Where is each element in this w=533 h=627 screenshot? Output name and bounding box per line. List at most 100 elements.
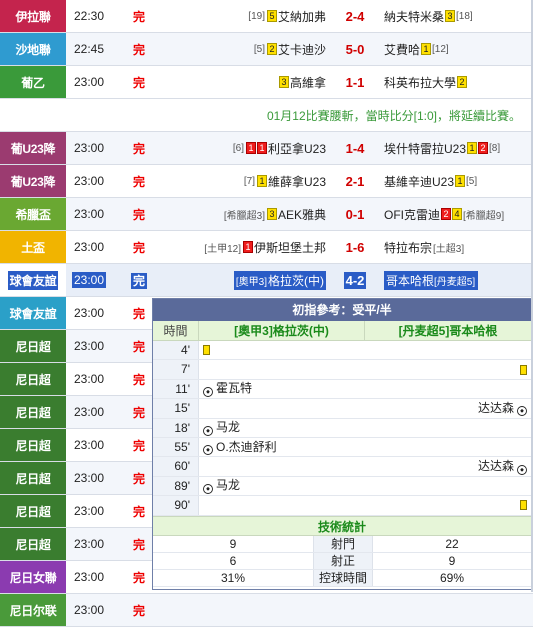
home-team[interactable]: [5] 2 艾卡迪沙 <box>166 41 326 58</box>
away-team[interactable]: 特拉布宗 [土超3] <box>384 239 533 256</box>
away-stat: 22 <box>445 536 459 551</box>
match-score[interactable]: 2-4 <box>326 9 384 24</box>
match-time: 23:00 <box>73 438 105 452</box>
event-row: 11' 霍瓦特 <box>153 379 531 400</box>
match-time: 23:00 <box>73 174 105 188</box>
league-badge[interactable]: 希臘盃 <box>0 198 66 230</box>
away-event <box>365 477 531 495</box>
away-name[interactable]: 科英布拉大學 <box>384 74 456 91</box>
match-row[interactable]: 葡乙 23:00 完 3 高維拿 1-1 科英布拉大學 2 <box>0 66 533 99</box>
league-badge[interactable]: 葡乙 <box>0 66 66 98</box>
match-status: 完 <box>132 9 145 24</box>
away-highlight: 哥本哈根[丹麦超5] <box>384 270 479 290</box>
home-rank: [奧甲3] <box>235 276 267 288</box>
away-team[interactable]: 艾費哈 1 [12] <box>384 41 533 58</box>
home-team[interactable]: [奧甲3]格拉茨(中) <box>166 270 326 290</box>
match-row[interactable]: 葡U23降 23:00 完 [7] 1 維薛拿U23 2-1 基維辛迪U23 1 [5] <box>0 165 533 198</box>
away-team[interactable]: OFI克雷迪 2 4 [希臘超9] <box>384 206 533 223</box>
home-name[interactable]: 利亞拿U23 <box>268 140 326 157</box>
home-name[interactable]: 艾卡迪沙 <box>278 41 326 58</box>
home-team[interactable]: [7] 1 維薛拿U23 <box>166 173 326 190</box>
away-team[interactable]: 哥本哈根[丹麦超5] <box>384 270 533 290</box>
home-name[interactable]: 艾納加弗 <box>278 8 326 25</box>
soccer-ball-icon <box>517 403 527 417</box>
home-name[interactable]: AEK雅典 <box>278 206 326 223</box>
home-name[interactable]: 伊斯坦堡土邦 <box>254 239 326 256</box>
league-badge[interactable]: 尼日超 <box>0 330 66 362</box>
league-badge[interactable]: 球會友誼 <box>0 264 66 296</box>
away-stat: 9 <box>448 553 456 568</box>
match-score[interactable]: 4-2 <box>326 271 384 289</box>
red-card-count: 2 <box>441 208 451 220</box>
home-event <box>199 457 365 475</box>
match-time: 23:00 <box>73 504 105 518</box>
yellow-card-count: 1 <box>256 175 267 187</box>
league-badge[interactable]: 尼日超 <box>0 363 66 395</box>
match-time: 23:00 <box>73 405 105 419</box>
yellow-card-count: 4 <box>452 208 462 220</box>
away-event <box>365 341 531 359</box>
league-badge[interactable]: 土盃 <box>0 231 66 263</box>
away-name[interactable]: 基維辛迪U23 <box>384 173 454 190</box>
match-row[interactable]: 沙地聯 22:45 完 [5] 2 艾卡迪沙 5-0 艾費哈 1 [12] <box>0 33 533 66</box>
home-team[interactable]: 3 高維拿 <box>166 74 326 91</box>
col-time-header: 時間 <box>153 321 199 340</box>
match-status: 完 <box>132 42 145 57</box>
league-badge[interactable]: 尼日尔联 <box>0 594 66 626</box>
match-row[interactable]: 尼日尔联 23:00 完 <box>0 594 533 627</box>
league-badge[interactable]: 葡U23降 <box>0 132 66 164</box>
away-name[interactable]: 哥本哈根 <box>386 274 434 288</box>
league-badge[interactable]: 伊拉聯 <box>0 0 66 32</box>
league-badge[interactable]: 尼日女聯 <box>0 561 66 593</box>
away-name[interactable]: 埃什特雷拉U23 <box>384 140 466 157</box>
match-row[interactable]: 葡U23降 23:00 完 [6] 1 1 利亞拿U23 1-4 埃什特雷拉U23 1 2 [8] <box>0 132 533 165</box>
popup-header: 時間 [奧甲3]格拉茨(中) [丹麦超5]哥本哈根 <box>153 321 531 341</box>
home-name[interactable]: 高維拿 <box>290 74 326 91</box>
home-team[interactable]: [6] 1 1 利亞拿U23 <box>166 140 326 157</box>
away-name[interactable]: OFI克雷迪 <box>384 206 440 223</box>
league-badge[interactable]: 尼日超 <box>0 462 66 494</box>
home-team[interactable]: [土甲12] 1 伊斯坦堡土邦 <box>166 239 326 256</box>
away-name[interactable]: 特拉布宗 <box>384 239 432 256</box>
home-rank: [19] <box>248 10 265 22</box>
event-minute: 15' <box>153 399 199 418</box>
event-minute: 4' <box>153 341 199 360</box>
match-score[interactable]: 1-1 <box>326 75 384 90</box>
away-name[interactable]: 納夫特米桑 <box>384 8 444 25</box>
home-team[interactable]: [希臘超3] 3 AEK雅典 <box>166 206 326 223</box>
event-minute: 60' <box>153 457 199 476</box>
match-row[interactable]: 伊拉聯 22:30 完 [19] 5 艾納加弗 2-4 納夫特米桑 3 [18] <box>0 0 533 33</box>
match-score[interactable]: 0-1 <box>326 207 384 222</box>
home-event <box>199 360 365 378</box>
match-row[interactable]: 希臘盃 23:00 完 [希臘超3] 3 AEK雅典 0-1 OFI克雷迪 2 4 [希臘超9] <box>0 198 533 231</box>
away-team[interactable]: 埃什特雷拉U23 1 2 [8] <box>384 140 533 157</box>
league-badge[interactable]: 尼日超 <box>0 429 66 461</box>
away-event <box>365 419 531 437</box>
soccer-ball-icon <box>203 384 213 397</box>
match-score[interactable]: 1-6 <box>326 240 384 255</box>
stat-row: 9 射門 22 <box>153 535 531 553</box>
event-row: 55' O.杰迪舒利 <box>153 437 531 458</box>
red-card-count: 1 <box>245 142 256 154</box>
home-team[interactable]: [19] 5 艾納加弗 <box>166 8 326 25</box>
league-badge[interactable]: 尼日超 <box>0 495 66 527</box>
match-score[interactable]: 1-4 <box>326 141 384 156</box>
league-badge[interactable]: 沙地聯 <box>0 33 66 65</box>
home-name[interactable]: 格拉茨(中) <box>268 274 324 288</box>
match-score[interactable]: 5-0 <box>326 42 384 57</box>
away-event <box>365 380 531 398</box>
home-event <box>199 496 365 514</box>
away-team[interactable]: 納夫特米桑 3 [18] <box>384 8 533 25</box>
league-badge[interactable]: 葡U23降 <box>0 165 66 197</box>
away-team[interactable]: 科英布拉大學 2 <box>384 74 533 91</box>
away-name[interactable]: 艾費哈 <box>384 41 420 58</box>
match-score[interactable]: 2-1 <box>326 174 384 189</box>
away-rank: [5] <box>466 175 478 187</box>
home-name[interactable]: 維薛拿U23 <box>268 173 326 190</box>
match-row[interactable]: 土盃 23:00 完 [土甲12] 1 伊斯坦堡土邦 1-6 特拉布宗 [土超3] <box>0 231 533 264</box>
league-badge[interactable]: 尼日超 <box>0 396 66 428</box>
match-row[interactable]: 球會友誼 23:00 完 [奧甲3]格拉茨(中) 4-2 哥本哈根[丹麦超5] <box>0 264 533 297</box>
league-badge[interactable]: 球會友誼 <box>0 297 66 329</box>
league-badge[interactable]: 尼日超 <box>0 528 66 560</box>
away-team[interactable]: 基維辛迪U23 1 [5] <box>384 173 533 190</box>
